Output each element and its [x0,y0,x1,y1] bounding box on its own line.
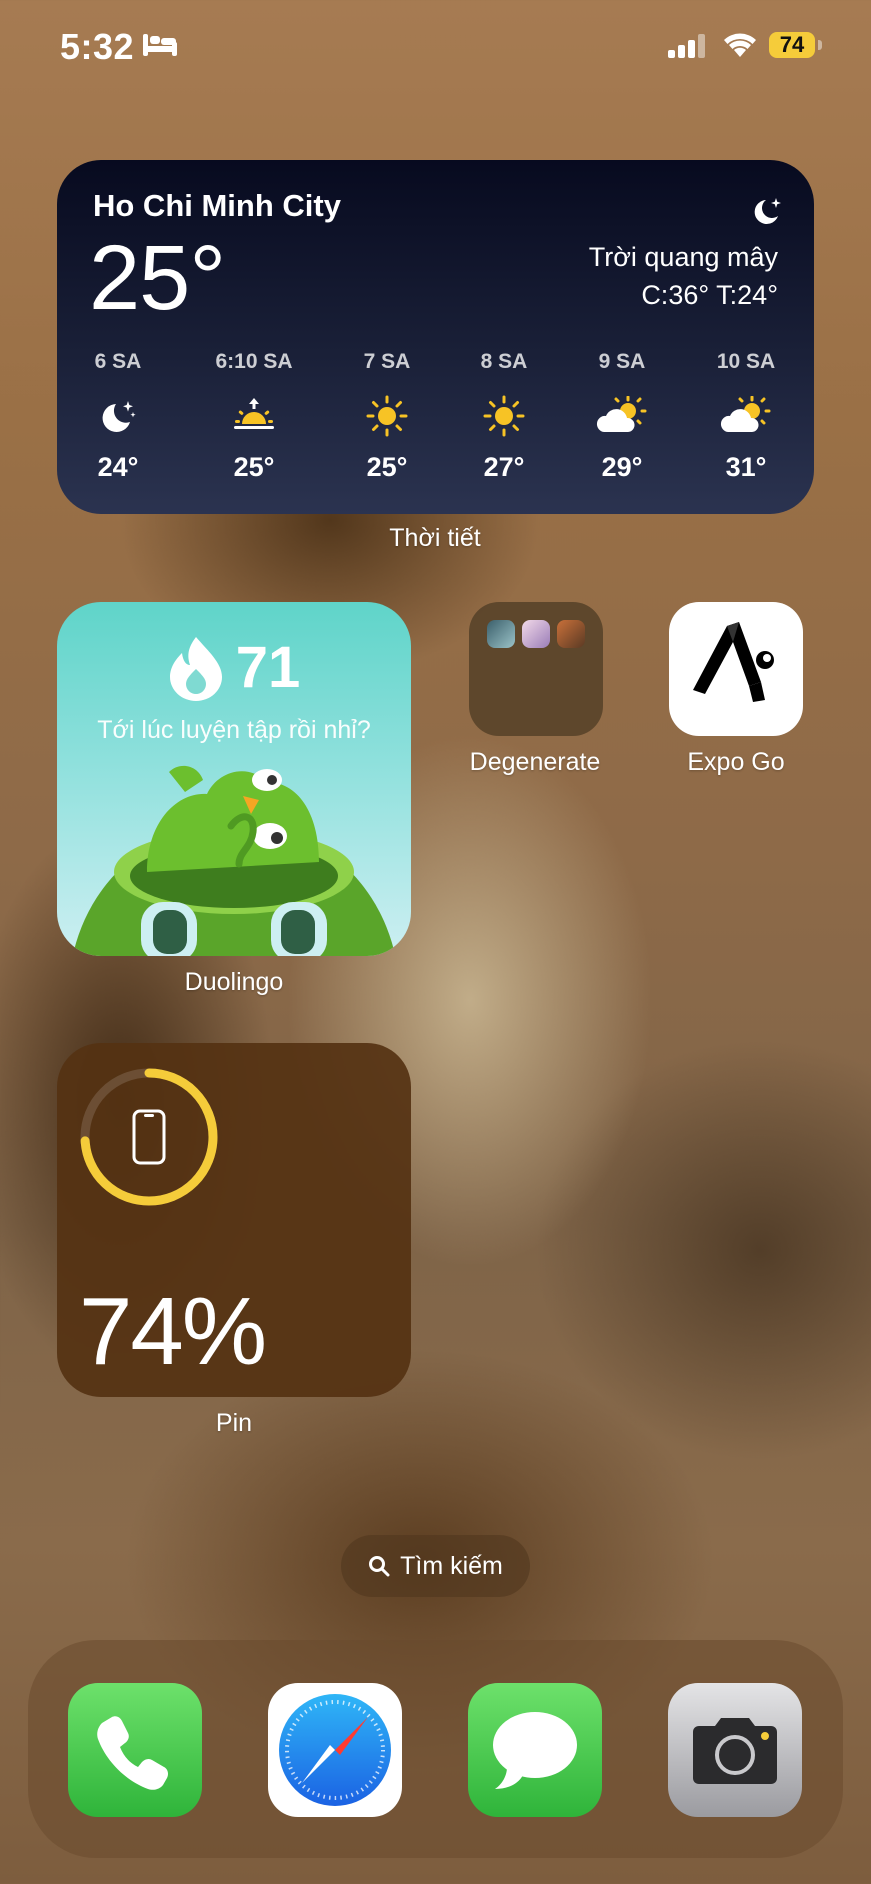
folder-degenerate[interactable] [469,602,603,736]
sunrise-icon [234,398,274,429]
hour-forecast: 10 SA 31° [686,350,806,483]
battery-widget-label: Pin [215,1409,253,1437]
hour-forecast: 9 SA 29° [562,350,682,483]
dock [28,1640,843,1858]
battery-percent: 74% [79,1278,267,1385]
hour-time: 7 SA [363,350,411,373]
expo-go-app[interactable] [669,602,803,736]
search-label: Tìm kiếm [400,1551,503,1580]
weather-city: Ho Chi Minh City [93,188,341,223]
hour-forecast: 8 SA 27° [444,350,564,483]
hour-time: 8 SA [480,350,528,373]
iphone-icon [132,1109,166,1165]
hour-time: 6 SA [94,350,142,373]
hour-time: 6:10 SA [215,350,293,373]
hour-temp: 25° [233,452,275,482]
streak-counter: 71 [57,634,411,701]
battery-level: 74 [779,32,805,57]
hour-forecast: 6:10 SA 25° [194,350,314,483]
sun-icon [366,395,408,437]
duolingo-label: Duolingo [184,968,284,996]
weather-current-temp: 25° [89,227,226,329]
hour-temp: 27° [483,452,525,482]
duolingo-message: Tới lúc luyện tập rồi nhỉ? [97,716,371,744]
duolingo-widget[interactable]: 71 Tới lúc luyện tập rồi nhỉ? [57,602,411,956]
battery-icon [818,40,822,50]
partly-cloudy-icon [720,396,771,432]
weather-high-low: C:36° T:24° [641,280,778,310]
expo-logo-icon [693,622,774,702]
expo-go-label: Expo Go [687,748,785,776]
hour-time: 9 SA [598,350,646,373]
messages-app[interactable] [468,1683,602,1817]
flame-icon [169,636,222,701]
folder-app-thumbnail [487,620,515,648]
moon-stars-icon [102,401,136,432]
search-icon [369,1556,390,1577]
weather-widget[interactable]: Ho Chi Minh City 25° Trời quang mây C:36… [57,160,814,514]
speech-bubble-icon [493,1712,577,1789]
moon-stars-icon [754,198,781,224]
search-button[interactable]: Tìm kiếm [341,1535,530,1597]
camera-icon [693,1718,777,1784]
hour-time: 10 SA [716,350,776,373]
battery-ring [80,1068,218,1206]
folder-app-thumbnail [557,620,585,648]
cellular-signal-icon [668,34,705,58]
hour-temp: 25° [366,452,408,482]
compass-icon [279,1694,391,1806]
hour-forecast: 6 SA 24° [58,350,178,483]
camera-app[interactable] [668,1683,802,1817]
hour-temp: 29° [601,452,643,482]
battery-indicator: 74 [769,32,815,58]
folder-app-thumbnail [522,620,550,648]
hourly-forecast: 6 SA 24° 6:10 SA 25° 7 SA 25° 8 SA 27° 9… [57,350,814,500]
weather-widget-label: Thời tiết [389,524,481,552]
battery-widget[interactable]: 74% [57,1043,411,1397]
partly-cloudy-icon [596,396,647,432]
status-time: 5:32 [60,26,135,67]
hour-forecast: 7 SA 25° [327,350,447,483]
bed-icon [143,34,177,56]
sun-icon [483,395,525,437]
hour-temp: 31° [725,452,767,482]
phone-app[interactable] [68,1683,202,1817]
weather-condition: Trời quang mây [588,242,778,272]
safari-app[interactable] [268,1683,402,1817]
streak-count: 71 [235,635,301,700]
phone-icon [97,1716,168,1790]
duolingo-owl-illustration [72,765,396,956]
wifi-icon [724,33,756,57]
hour-temp: 24° [97,452,139,482]
